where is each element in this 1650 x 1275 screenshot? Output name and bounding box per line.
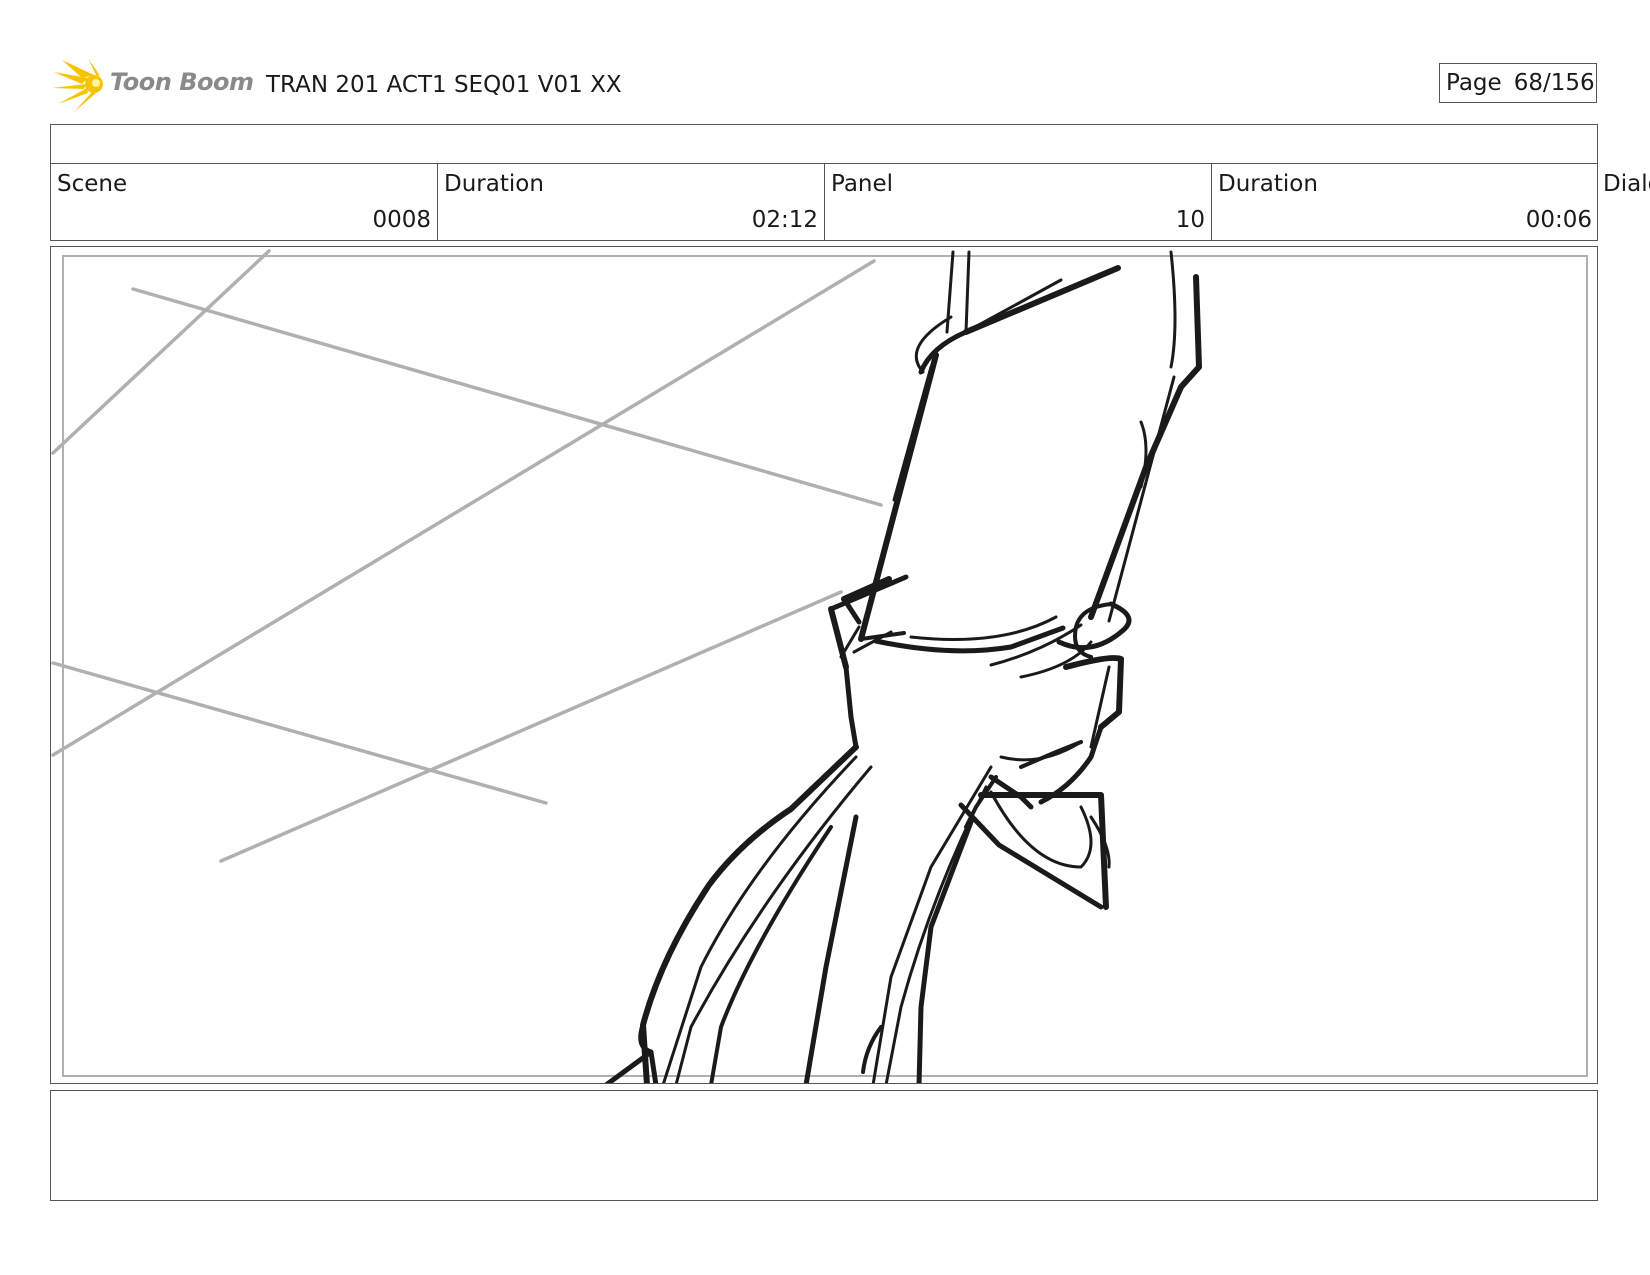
toon-boom-logo: Toon Boom [52, 58, 254, 114]
panel-duration-cell: Duration 00:06 [1212, 163, 1598, 240]
logo-text: Toon Boom [110, 68, 254, 96]
panel-cell: Panel 10 [825, 163, 1212, 240]
panel-value: 10 [1175, 207, 1205, 233]
scene-duration-cell: Duration 02:12 [438, 163, 825, 240]
scene-cell: Scene 0008 [51, 163, 438, 240]
page-label: Page [1446, 70, 1502, 96]
safe-area-frame [62, 255, 1588, 1077]
dialog-label: Dialo [1603, 171, 1650, 197]
perspective-guides [51, 249, 883, 863]
page-header: Toon Boom TRAN 201 ACT1 SEQ01 V01 XX Pag… [50, 58, 1598, 114]
project-title: TRAN 201 ACT1 SEQ01 V01 XX [266, 72, 622, 98]
storyboard-panel [50, 246, 1598, 1084]
panel-sketch [51, 249, 1588, 1083]
scene-duration-label: Duration [444, 171, 544, 197]
panel-label: Panel [831, 171, 894, 197]
page-number: 68/156 [1513, 70, 1595, 96]
panel-duration-value: 00:06 [1525, 207, 1592, 233]
scene-value: 0008 [372, 207, 431, 233]
panel-duration-label: Duration [1218, 171, 1318, 197]
notes-box [50, 1090, 1598, 1201]
character-sketch [604, 250, 1202, 1083]
scene-label: Scene [57, 171, 128, 197]
toon-boom-star-icon [52, 58, 103, 112]
title-strip [50, 124, 1598, 164]
scene-duration-value: 02:12 [751, 207, 818, 233]
panel-info-row: Scene 0008 Duration 02:12 Panel 10 Durat… [50, 163, 1598, 241]
page-indicator: Page 68/156 [1439, 63, 1597, 103]
